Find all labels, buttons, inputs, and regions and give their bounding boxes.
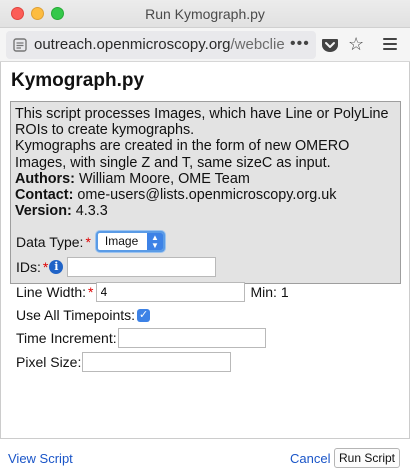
url-path: /webclie: [230, 36, 285, 53]
browser-toolbar: outreach.openmicroscopy.org/webclie ••• …: [0, 28, 410, 62]
line-width-row: Line Width: * Min: 1: [16, 282, 289, 302]
data-type-row: Data Type: * Image ▲ ▼: [16, 231, 165, 252]
hamburger-menu-icon[interactable]: [383, 38, 397, 50]
use-all-timepoints-label: Use All Timepoints:: [16, 307, 136, 323]
ids-row: IDs: * i: [16, 257, 217, 277]
line-width-label: Line Width:: [16, 284, 87, 300]
window-titlebar: Run Kymograph.py: [0, 0, 410, 28]
time-increment-input[interactable]: [117, 328, 266, 348]
script-title: Kymograph.py: [11, 70, 145, 91]
version-line: Version: 4.3.3: [15, 203, 396, 219]
dialog-footer: View Script Cancel Run Script: [0, 438, 410, 474]
version-label: Version:: [15, 203, 72, 220]
required-mark: *: [42, 259, 49, 275]
cancel-link[interactable]: Cancel: [290, 451, 330, 466]
authors-line: Authors: William Moore, OME Team: [15, 171, 396, 187]
description-line-1: This script processes Images, which have…: [15, 106, 389, 139]
time-increment-label: Time Increment:: [16, 330, 117, 346]
pixel-size-input[interactable]: [82, 352, 232, 372]
info-icon[interactable]: i: [49, 260, 64, 274]
more-dots-icon[interactable]: •••: [290, 35, 312, 52]
version-value: 4.3.3: [71, 203, 108, 220]
required-mark: *: [85, 233, 91, 250]
use-all-timepoints-row: Use All Timepoints: ✓: [16, 307, 151, 323]
description-line-2: Kymographs are created in the form of ne…: [15, 138, 350, 171]
contact-line: Contact: ome-users@lists.openmicroscopy.…: [15, 187, 396, 203]
pocket-icon[interactable]: [321, 37, 339, 53]
use-all-timepoints-checkbox[interactable]: ✓: [137, 308, 151, 322]
run-script-button[interactable]: Run Script: [334, 448, 400, 468]
authors-label: Authors:: [15, 170, 75, 187]
time-increment-row: Time Increment:: [16, 328, 266, 348]
url-field[interactable]: outreach.openmicroscopy.org/webclie: [6, 31, 316, 59]
line-width-input[interactable]: [95, 282, 245, 302]
ids-input[interactable]: [67, 257, 217, 277]
contact-label: Contact:: [15, 187, 74, 204]
window-title: Run Kymograph.py: [145, 6, 265, 22]
authors-value: William Moore, OME Team: [74, 170, 250, 187]
select-arrows-icon: ▲ ▼: [146, 233, 163, 250]
required-mark: *: [88, 284, 94, 300]
line-width-min: Min: 1: [250, 284, 289, 300]
pixel-size-row: Pixel Size:: [16, 352, 232, 372]
contact-value: ome-users@lists.openmicroscopy.org.uk: [73, 187, 337, 204]
ids-label: IDs:: [16, 259, 41, 275]
url-text: outreach.openmicroscopy.org/webclie: [34, 36, 285, 53]
script-dialog: Kymograph.py This script processes Image…: [0, 62, 410, 438]
pixel-size-label: Pixel Size:: [16, 354, 82, 370]
url-host: outreach.openmicroscopy.org: [34, 36, 231, 53]
view-script-link[interactable]: View Script: [8, 451, 73, 466]
data-type-label: Data Type:: [16, 233, 84, 250]
data-type-select[interactable]: Image ▲ ▼: [95, 231, 165, 252]
page-icon: [13, 38, 27, 52]
star-icon[interactable]: ☆: [348, 35, 366, 53]
data-type-selected: Image: [104, 234, 139, 248]
